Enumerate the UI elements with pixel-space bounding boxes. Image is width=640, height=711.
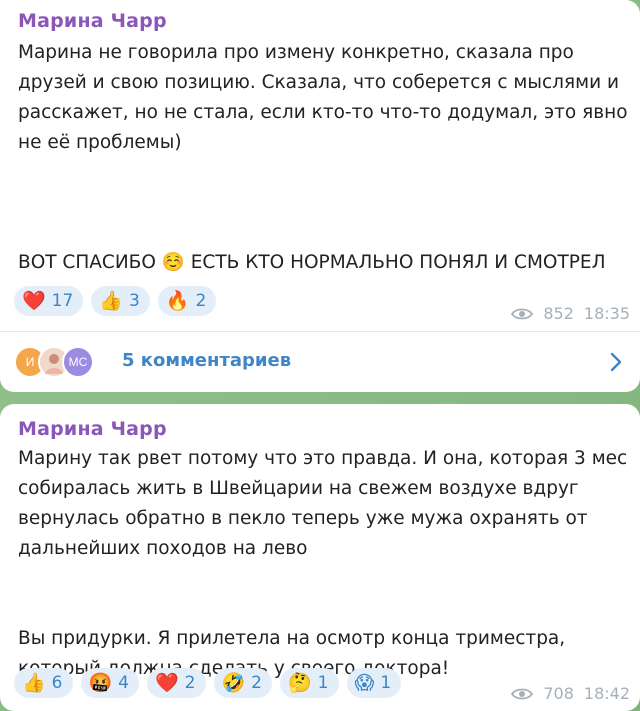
thumbs-up-icon: 👍 xyxy=(99,289,123,312)
reaction-thumbs-up[interactable]: 👍 6 xyxy=(14,668,73,698)
eye-icon xyxy=(511,308,534,319)
reactions-bar: ❤️ 17 👍 3 🔥 2 xyxy=(14,286,217,316)
chevron-right-icon xyxy=(610,352,622,372)
reaction-thumbs-up[interactable]: 👍 3 xyxy=(91,286,150,316)
reaction-count: 2 xyxy=(184,673,196,693)
comments-count-label: 5 комментариев xyxy=(122,350,292,371)
reaction-count: 2 xyxy=(251,673,262,693)
thumbs-up-icon: 👍 xyxy=(22,671,46,694)
view-count: 708 xyxy=(543,684,574,703)
channel-post: Марина Чарр Марина не говорила про измен… xyxy=(0,0,640,392)
post-time: 18:42 xyxy=(583,684,630,703)
screaming-face-icon: 😱 xyxy=(354,671,375,694)
channel-post: Марина Чарр Марину так рвет потому что э… xyxy=(0,404,640,711)
reaction-count: 1 xyxy=(317,673,329,693)
avatar: МС xyxy=(62,346,94,378)
thinking-face-icon: 🤔 xyxy=(288,671,312,694)
reaction-count: 1 xyxy=(380,673,392,693)
post-meta: 852 18:35 xyxy=(511,304,630,323)
reaction-heart[interactable]: ❤️ 17 xyxy=(14,286,84,316)
fire-icon: 🔥 xyxy=(165,289,190,312)
reaction-count: 2 xyxy=(195,291,207,311)
reaction-angry[interactable]: 🤬 4 xyxy=(80,668,139,698)
angry-face-icon: 🤬 xyxy=(88,671,113,694)
reaction-thinking[interactable]: 🤔 1 xyxy=(280,668,339,698)
reaction-count: 3 xyxy=(128,291,140,311)
eye-icon xyxy=(511,688,534,699)
heart-icon: ❤️ xyxy=(155,671,179,694)
comments-button[interactable]: И МС 5 комментариев xyxy=(0,331,640,391)
post-time: 18:35 xyxy=(583,304,630,323)
reaction-fire[interactable]: 🔥 2 xyxy=(157,286,217,316)
reaction-screaming[interactable]: 😱 1 xyxy=(346,668,402,698)
post-text: Марина не говорила про измену конкретно,… xyxy=(18,42,628,273)
view-count: 852 xyxy=(543,304,574,323)
reaction-count: 17 xyxy=(51,291,74,311)
reaction-laughing[interactable]: 🤣 2 xyxy=(213,668,272,698)
laughing-face-icon: 🤣 xyxy=(221,671,246,694)
heart-icon: ❤️ xyxy=(22,289,46,312)
reactions-bar: 👍 6 🤬 4 ❤️ 2 🤣 2 🤔 1 😱 1 xyxy=(14,668,402,698)
reaction-count: 4 xyxy=(118,673,129,693)
post-text: Марину так рвет потому что это правда. И… xyxy=(18,448,628,679)
reaction-heart[interactable]: ❤️ 2 xyxy=(147,668,206,698)
commenter-avatars: И МС xyxy=(14,346,110,378)
post-author[interactable]: Марина Чарр xyxy=(18,418,167,440)
post-author[interactable]: Марина Чарр xyxy=(18,10,167,32)
post-meta: 708 18:42 xyxy=(511,684,630,703)
reaction-count: 6 xyxy=(51,673,63,693)
